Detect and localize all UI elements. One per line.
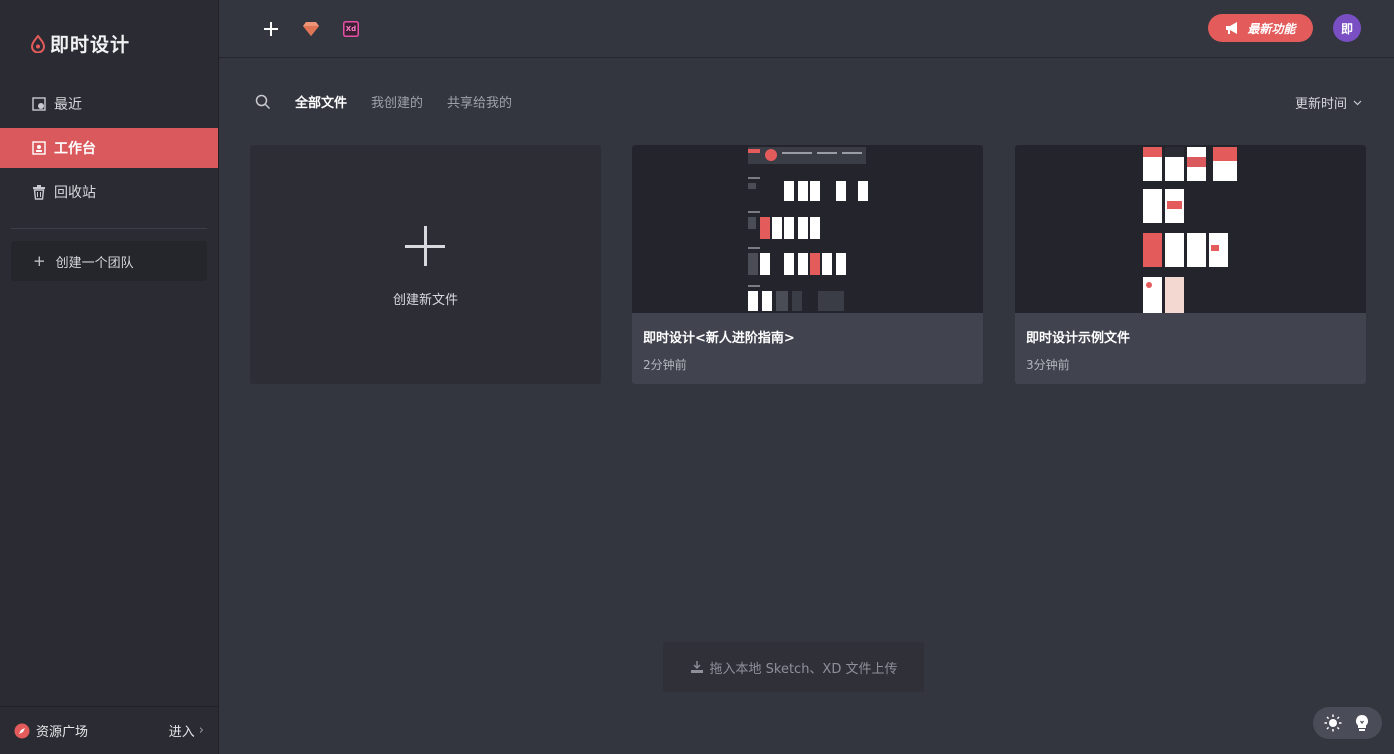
chevron-right-icon: › — [198, 723, 204, 738]
chevron-down-icon — [1353, 100, 1362, 105]
sidebar-nav: 最近 工作台 回收站 — [0, 84, 218, 216]
tips-button[interactable] — [1352, 713, 1372, 733]
resource-square-bar: 资源广场 进入 › — [0, 706, 218, 754]
workspace-icon — [32, 141, 46, 155]
clock-icon — [32, 97, 46, 111]
compass-icon — [14, 723, 30, 738]
file-card[interactable]: 即时设计示例文件 3分钟前 — [1015, 145, 1366, 384]
thumbnail-preview-image — [748, 147, 868, 311]
tab-shared-with-me[interactable]: 共享给我的 — [447, 92, 512, 111]
trash-icon — [33, 184, 45, 200]
megaphone-icon — [1226, 22, 1238, 34]
sun-icon — [1324, 714, 1342, 732]
sidebar-divider — [11, 228, 207, 229]
create-new-file-card[interactable]: 创建新文件 — [250, 145, 601, 384]
create-team-label: 创建一个团队 — [55, 255, 134, 271]
sketch-icon — [303, 22, 319, 36]
top-tools: Xd — [259, 17, 363, 41]
import-sketch-button[interactable] — [299, 17, 323, 41]
plus-icon — [405, 226, 445, 266]
bottom-tools — [1313, 707, 1382, 739]
search-icon[interactable] — [255, 94, 271, 110]
tab-all-files[interactable]: 全部文件 — [295, 92, 347, 111]
file-title: 即时设计示例文件 — [1026, 331, 1131, 346]
file-thumbnail — [1015, 145, 1366, 313]
sidebar-item-trash[interactable]: 回收站 — [0, 172, 218, 212]
file-title: 即时设计<新人进阶指南> — [643, 331, 795, 346]
xd-label: Xd — [345, 25, 357, 33]
sidebar-item-workspace[interactable]: 工作台 — [0, 128, 218, 168]
resource-square-link[interactable]: 资源广场 — [14, 721, 88, 740]
create-new-file-label: 创建新文件 — [392, 293, 458, 308]
upload-icon — [690, 661, 703, 673]
app-name: 即时设计 — [50, 34, 131, 56]
lightbulb-icon — [1355, 714, 1368, 731]
file-time: 3分钟前 — [1026, 358, 1070, 372]
logo-icon — [30, 34, 46, 53]
file-time: 2分钟前 — [643, 358, 687, 372]
sort-dropdown[interactable]: 更新时间 — [1295, 93, 1362, 112]
file-card[interactable]: 即时设计<新人进阶指南> 2分钟前 — [632, 145, 983, 384]
create-team-button[interactable]: + 创建一个团队 — [11, 241, 207, 281]
topbar: Xd 最新功能 即 — [219, 0, 1394, 58]
sidebar: 即时设计 最近 工作台 回收站 + 创建一个团队 资源广场 进入 › — [0, 0, 219, 754]
new-feature-button[interactable]: 最新功能 — [1208, 14, 1313, 42]
app-logo[interactable]: 即时设计 — [30, 30, 130, 57]
thumbnail-preview-image — [1143, 147, 1237, 313]
new-file-button[interactable] — [259, 17, 283, 41]
file-thumbnail — [632, 145, 983, 313]
enter-link[interactable]: 进入 › — [169, 721, 204, 740]
sidebar-item-label: 工作台 — [54, 141, 96, 157]
sidebar-item-label: 最近 — [54, 97, 82, 113]
tab-created-by-me[interactable]: 我创建的 — [371, 92, 423, 111]
plus-icon: + — [33, 252, 46, 270]
sidebar-item-label: 回收站 — [54, 185, 96, 201]
resource-square-label: 资源广场 — [36, 725, 89, 740]
plus-icon — [264, 22, 278, 36]
theme-toggle-button[interactable] — [1323, 713, 1343, 733]
new-feature-label: 最新功能 — [1247, 21, 1296, 36]
enter-label: 进入 — [168, 725, 195, 740]
upload-dropzone[interactable]: 拖入本地 Sketch、XD 文件上传 — [663, 642, 924, 692]
avatar[interactable]: 即 — [1333, 14, 1361, 42]
upload-label: 拖入本地 Sketch、XD 文件上传 — [709, 661, 898, 677]
import-xd-button[interactable]: Xd — [339, 17, 363, 41]
filter-bar: 全部文件 我创建的 共享给我的 — [255, 92, 512, 111]
sort-label: 更新时间 — [1294, 97, 1347, 112]
sidebar-item-recent[interactable]: 最近 — [0, 84, 218, 124]
